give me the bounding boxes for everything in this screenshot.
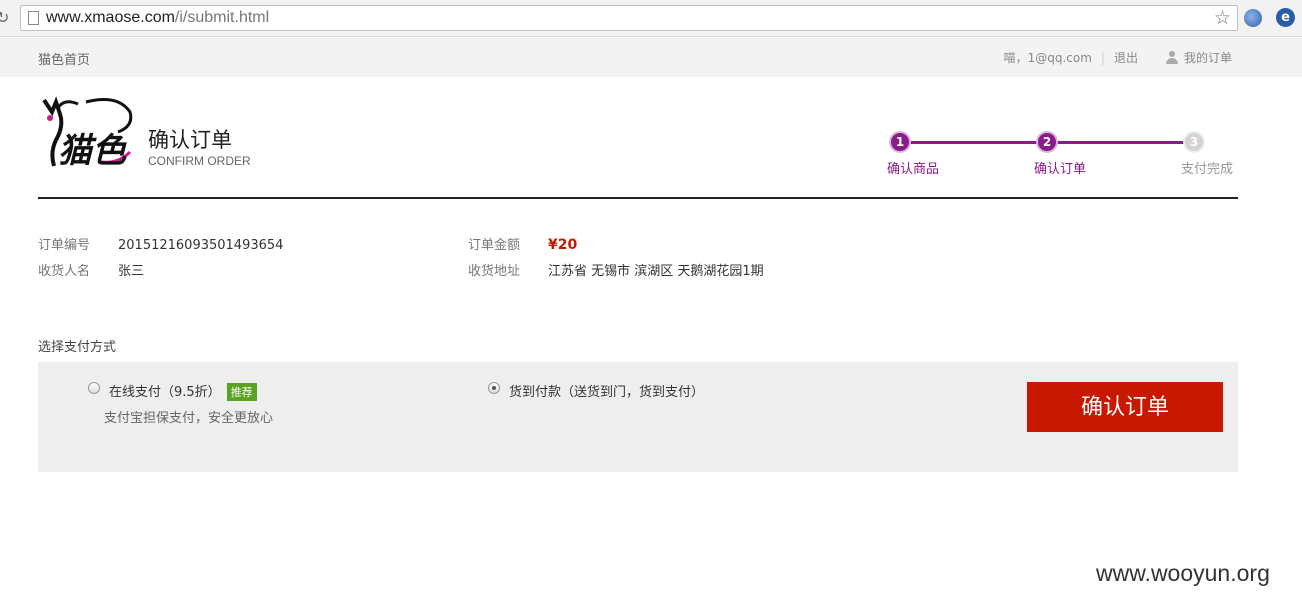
address-label: 收货地址 [468,264,521,279]
online-pay-description: 支付宝担保支付，安全更放心 [104,411,274,426]
page-title: 确认订单 [148,128,232,152]
header-divider [38,197,1238,199]
url-text[interactable]: www.xmaose.com/i/submit.html [46,9,269,27]
reload-icon[interactable]: ↻ [0,8,9,27]
maose-logo[interactable]: 猫色 [38,96,134,172]
step-3-marker: 3 [1183,131,1205,153]
online-pay-radio[interactable] [88,382,100,394]
step-connector [900,141,1048,144]
step-2-label: 确认订单 [1034,162,1087,177]
order-number-label: 订单编号 [38,238,91,253]
user-email: 喵，1@qq.com [1003,51,1092,65]
step-3-label: 支付完成 [1181,162,1234,177]
step-1-label: 确认商品 [887,162,940,177]
logout-link[interactable]: 退出 [1114,49,1138,66]
address-value: 江苏省 无锡市 滨湖区 天鹅湖花园1期 [548,264,764,279]
cod-option-label[interactable]: 货到付款（送货到门，货到支付） [509,381,704,400]
home-link[interactable]: 猫色首页 [38,49,90,68]
address-row: 收货地址 江苏省 无锡市 滨湖区 天鹅湖花园1期 [468,260,764,279]
confirm-order-button[interactable]: 确认订单 [1027,382,1223,432]
browser-toolbar: ↻ www.xmaose.com/i/submit.html ☆ e [0,0,1302,37]
order-number-value: 20151216093501493654 [118,238,284,253]
online-pay-option[interactable]: 在线支付（9.5折） 推荐 [109,381,257,401]
bookmark-star-icon[interactable]: ☆ [1214,7,1231,29]
my-orders-link[interactable]: 我的订单 [1184,49,1232,66]
order-amount-value: ¥20 [548,237,578,253]
order-amount-label: 订单金额 [468,238,521,253]
page-icon [28,11,39,25]
top-nav-bar: 猫色首页 喵，1@qq.com | 退出 我的订单 [0,38,1302,77]
user-links: 喵，1@qq.com | 退出 我的订单 [1004,49,1232,66]
watermark: www.wooyun.org [1096,560,1270,586]
globe-extension-icon[interactable] [1244,9,1262,27]
e-extension-icon[interactable]: e [1276,8,1295,27]
step-2-marker: 2 [1036,131,1058,153]
payment-section-title: 选择支付方式 [38,340,117,355]
address-bar[interactable]: www.xmaose.com/i/submit.html ☆ [20,5,1238,31]
online-pay-label: 在线支付（9.5折） [109,385,221,400]
order-number-row: 订单编号 20151216093501493654 [38,234,283,253]
cod-radio[interactable] [488,382,500,394]
receiver-row: 收货人名 张三 [38,260,144,279]
order-amount-row: 订单金额 ¥20 [468,234,577,253]
order-progress: 1 2 3 确认商品 确认订单 支付完成 [880,128,1250,178]
receiver-value: 张三 [118,264,145,279]
step-1-marker: 1 [889,131,911,153]
page-subtitle: CONFIRM ORDER [148,154,251,168]
step-connector [1046,141,1186,144]
recommended-badge: 推荐 [226,383,257,401]
receiver-label: 收货人名 [38,264,91,279]
divider: | [1100,50,1105,65]
user-icon [1165,51,1178,64]
logo-text: 猫色 [58,131,127,171]
